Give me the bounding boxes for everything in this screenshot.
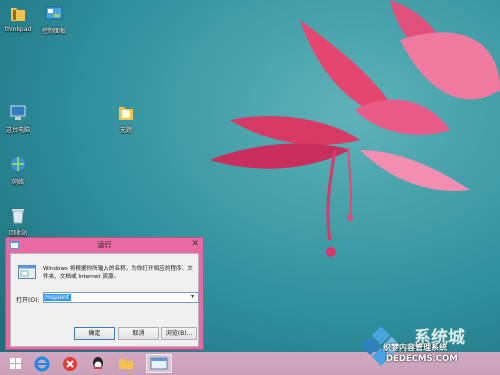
explorer-icon <box>119 359 133 369</box>
recycle-bin-icon <box>12 209 24 224</box>
command-value: mspaint <box>45 294 70 301</box>
taskbar-antivirus[interactable] <box>60 354 80 373</box>
run-icon <box>150 357 168 370</box>
control-panel-icon <box>45 6 63 20</box>
folder-icon <box>11 8 25 21</box>
run-description: Windows 将根据你所输入的名称，为你打开相应的程序、文件夹、文档或 Int… <box>43 266 193 280</box>
desktop-icon-network[interactable]: 网络 <box>0 155 36 186</box>
desktop-icon-untitled[interactable]: 无题 <box>108 103 144 134</box>
cancel-button[interactable]: 取消 <box>118 327 159 340</box>
taskbar-run[interactable] <box>146 354 172 373</box>
watermark-slogan: 织梦内容管理系统 <box>383 343 447 352</box>
run-icon <box>18 265 36 279</box>
start-icon <box>10 358 21 369</box>
folder-icon <box>119 107 133 120</box>
watermark-site: DEDECMS.COM <box>386 354 458 364</box>
ok-button[interactable]: 确定 <box>74 327 115 340</box>
desktop-icon-this-pc[interactable]: 这台电脑 <box>0 103 36 134</box>
open-label: 打开(O): <box>16 297 40 304</box>
taskbar-explorer[interactable] <box>116 354 136 373</box>
desktop-icon-control-panel[interactable]: 控制面板 <box>36 4 72 35</box>
desktop-icon-thinkpad[interactable]: thinkpad <box>0 4 36 33</box>
run-dialog: 运行 ✕ Windows 将根据你所输入的名称，为你打开相应的程序、文件夹、文档… <box>5 237 204 350</box>
computer-icon <box>10 105 26 120</box>
network-icon <box>11 157 25 171</box>
chevron-down-icon[interactable]: ▾ <box>191 293 194 300</box>
ie-icon <box>34 356 50 372</box>
browse-button[interactable]: 浏览(B)... <box>161 327 197 340</box>
qq-icon <box>93 357 103 369</box>
run-dialog-title-bar[interactable]: 运行 ✕ <box>6 238 203 252</box>
run-dialog-body: Windows 将根据你所输入的名称，为你打开相应的程序、文件夹、文档或 Int… <box>10 253 199 347</box>
antivirus-icon <box>63 357 77 371</box>
run-dialog-title: 运行 <box>97 241 112 249</box>
taskbar-ie[interactable] <box>32 354 52 373</box>
desktop-icon-recycle-bin[interactable]: 回收站 <box>0 206 36 237</box>
taskbar-qq[interactable] <box>88 354 108 373</box>
start-button[interactable] <box>6 354 26 373</box>
close-icon[interactable]: ✕ <box>191 239 199 249</box>
